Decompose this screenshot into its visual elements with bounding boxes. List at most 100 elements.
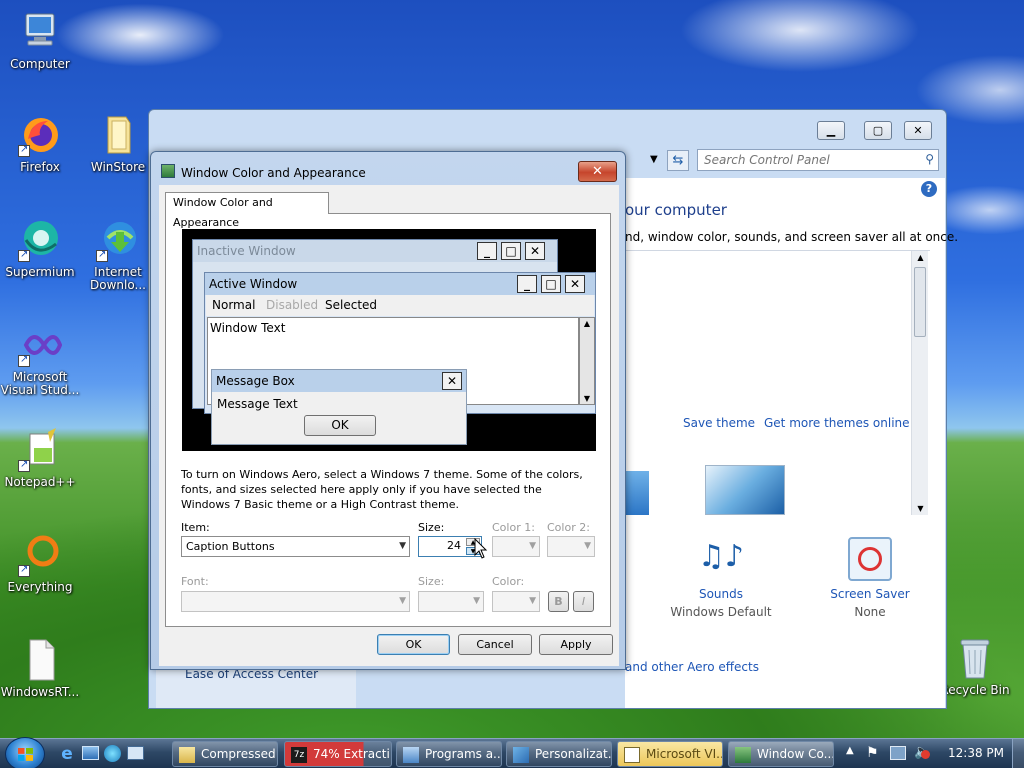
network-icon[interactable]: [890, 746, 906, 760]
screen-saver-label: Screen Saver: [830, 587, 910, 601]
taskbar-task-programs[interactable]: Programs a...: [396, 741, 502, 767]
scroll-down-icon[interactable]: ▼: [912, 504, 929, 513]
preview-ok-button[interactable]: OK: [304, 415, 376, 436]
desktop-icon-label: Notepad++: [4, 475, 76, 489]
get-more-themes-link[interactable]: Get more themes online: [764, 416, 910, 430]
desktop-icon-supermium[interactable]: Supermium: [0, 218, 80, 279]
minimize-icon[interactable]: _: [517, 275, 537, 293]
desktop-icon-firefox[interactable]: Firefox: [0, 113, 80, 174]
aero-description: To turn on Windows Aero, select a Window…: [181, 468, 583, 511]
volume-muted-icon[interactable]: 🔈: [914, 744, 931, 760]
search-icon[interactable]: ⚲: [925, 152, 934, 166]
show-desktop-quicklaunch-icon[interactable]: [82, 746, 99, 760]
desktop-icon-label: WinStore: [90, 160, 146, 174]
refresh-icon[interactable]: ⇆: [667, 150, 689, 171]
search-box[interactable]: ⚲: [697, 149, 939, 171]
close-icon[interactable]: ✕: [565, 275, 585, 293]
internet-explorer-quicklaunch-icon[interactable]: e: [58, 745, 76, 763]
desktop-icon-notepad-plus-plus[interactable]: Notepad++: [0, 428, 80, 489]
ok-button[interactable]: OK: [377, 634, 450, 655]
appearance-preview[interactable]: Inactive Window _ □ ✕ Active Window _ □ …: [182, 229, 596, 451]
address-dropdown-arrow-icon[interactable]: ▼: [650, 154, 658, 165]
size-stepper[interactable]: 24 ▲ ▼: [418, 536, 482, 557]
taskbar-task-personalization[interactable]: Personalizat...: [506, 741, 612, 767]
computer-icon: [18, 10, 62, 54]
close-button[interactable]: ✕: [904, 121, 932, 140]
dialog-title: Window Color and Appearance: [181, 166, 366, 180]
scroll-thumb[interactable]: [914, 267, 926, 337]
scroll-down-icon[interactable]: ▼: [580, 394, 594, 403]
taskbar-task-extraction[interactable]: 7z 74% Extracti...: [284, 741, 392, 767]
close-button[interactable]: ✕: [578, 161, 617, 182]
minimize-button[interactable]: ▁: [817, 121, 845, 140]
cancel-button[interactable]: Cancel: [458, 634, 532, 655]
window-text: Window Text: [210, 321, 286, 335]
theme-thumbnail[interactable]: [705, 465, 785, 515]
message-box-preview[interactable]: Message Box ✕ Message Text OK: [211, 369, 467, 445]
action-center-flag-icon[interactable]: ⚑: [866, 745, 879, 761]
desktop-icon-everything[interactable]: Everything: [0, 533, 80, 594]
switch-windows-quicklaunch-icon[interactable]: [104, 745, 121, 762]
desktop-icon-visual-studio[interactable]: Microsoft Visual Stud...: [0, 323, 80, 397]
tab-window-color-appearance[interactable]: Window Color and Appearance: [165, 192, 329, 229]
maximize-button[interactable]: ▢: [864, 121, 892, 140]
item-dropdown[interactable]: Caption Buttons ▼: [181, 536, 410, 557]
theme-thumbnail[interactable]: [625, 471, 649, 515]
minimize-icon[interactable]: _: [477, 242, 497, 260]
preview-scrollbar[interactable]: ▲ ▼: [579, 317, 595, 405]
color1-dropdown: ▼: [492, 536, 540, 557]
scroll-up-icon[interactable]: ▲: [580, 319, 594, 328]
search-input[interactable]: [698, 150, 908, 170]
save-theme-link[interactable]: Save theme: [683, 416, 755, 430]
close-icon[interactable]: ✕: [525, 242, 545, 260]
size-label: Size:: [418, 521, 445, 534]
shortcut-arrow-icon: [18, 353, 30, 367]
sounds-label: Sounds: [698, 587, 744, 601]
desktop-icon-recycle-bin[interactable]: Recycle Bin: [935, 636, 1015, 697]
taskbar-task-window-color[interactable]: Window Co...: [728, 741, 834, 767]
music-notes-icon: ♫♪: [697, 539, 745, 574]
7zip-icon: 7z: [291, 747, 307, 763]
desktop-icon-computer[interactable]: Computer: [0, 10, 80, 71]
desktop-icon-label: Everything: [7, 580, 73, 594]
show-hidden-icons-icon[interactable]: ▲: [846, 745, 854, 756]
task-label: Compressed: [201, 747, 276, 761]
task-label: 74% Extracti...: [313, 747, 391, 761]
menu-disabled: Disabled: [266, 298, 319, 312]
desktop-icon-winstore[interactable]: WinStore: [78, 113, 158, 174]
maximize-icon[interactable]: □: [541, 275, 561, 293]
chevron-down-icon: ▼: [399, 541, 406, 551]
scroll-up-icon[interactable]: ▲: [912, 253, 929, 262]
screen-saver-item[interactable]: Screen Saver None: [810, 533, 930, 619]
taskbar-task-compressed[interactable]: Compressed: [172, 741, 278, 767]
close-icon[interactable]: ✕: [442, 372, 462, 390]
desktop-icon-internet-download-manager[interactable]: Internet Downlo...: [78, 218, 158, 292]
themes-scrollbar[interactable]: ▲ ▼: [911, 251, 928, 515]
prohibited-icon: [858, 547, 882, 571]
menu-selected[interactable]: Selected: [325, 295, 377, 316]
chevron-down-icon: ▼: [399, 596, 406, 606]
folder-icon: [96, 113, 140, 157]
desktop-icon-label: Firefox: [20, 160, 60, 174]
aero-effects-link[interactable]: and other Aero effects: [625, 660, 759, 674]
desktop-icon-label: Recycle Bin: [940, 683, 1010, 697]
recycle-bin-icon: [953, 636, 997, 680]
blank-file-icon: [18, 638, 62, 682]
help-icon[interactable]: ?: [921, 181, 937, 197]
chevron-down-icon: ▼: [473, 596, 480, 606]
taskbar-task-visual-studio[interactable]: Microsoft VI...: [617, 741, 723, 767]
sounds-item[interactable]: ♫♪ Sounds Windows Default: [661, 533, 781, 619]
supermium-icon: [18, 218, 62, 262]
menu-normal[interactable]: Normal: [212, 295, 255, 316]
window-color-appearance-dialog[interactable]: Window Color and Appearance ✕ Window Col…: [150, 151, 626, 670]
dialog-client-area: Window Color and Appearance Inactive Win…: [159, 185, 619, 666]
start-button[interactable]: [5, 737, 45, 768]
apply-button[interactable]: Apply: [539, 634, 613, 655]
media-quicklaunch-icon[interactable]: [127, 746, 144, 760]
size-input[interactable]: 24: [447, 539, 461, 552]
clock[interactable]: 12:38 PM: [948, 746, 1004, 760]
font-dropdown: ▼: [181, 591, 410, 612]
show-desktop-button[interactable]: [1012, 739, 1024, 768]
maximize-icon[interactable]: □: [501, 242, 521, 260]
desktop-icon-file[interactable]: WindowsRT...: [0, 638, 80, 699]
